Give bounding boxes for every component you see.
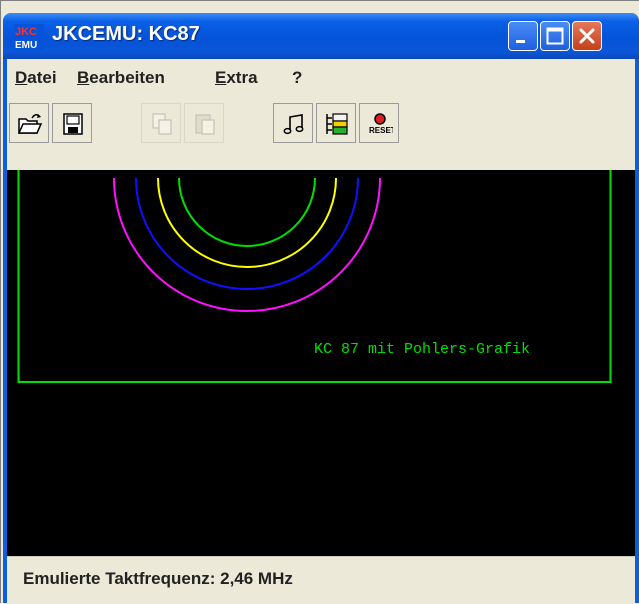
toolbar: RESET bbox=[7, 99, 635, 159]
emulator-screen[interactable]: KC 87 mit Pohlers-Grafik bbox=[7, 170, 635, 556]
window-client: Datei Bearbeiten Extra ? RESE KC 87 mit … bbox=[7, 59, 635, 604]
screen-caption: KC 87 mit Pohlers-Grafik bbox=[314, 341, 530, 358]
menu-bar: Datei Bearbeiten Extra ? bbox=[7, 59, 635, 99]
reset-icon: RESET bbox=[369, 113, 393, 135]
menu-datei[interactable]: Datei bbox=[15, 68, 57, 88]
minimize-icon bbox=[516, 40, 525, 43]
app-window: JKC EMU JKCEMU: KC87 Datei Bearbeiten Ex… bbox=[3, 13, 639, 604]
maximize-button[interactable] bbox=[540, 21, 570, 51]
reset-button[interactable]: RESET bbox=[359, 103, 399, 143]
paste-icon bbox=[195, 114, 215, 135]
arc-green bbox=[178, 177, 316, 247]
copy-button[interactable] bbox=[141, 103, 181, 143]
menu-bearbeiten[interactable]: Bearbeiten bbox=[77, 68, 165, 88]
status-text: Emulierte Taktfrequenz: 2,46 MHz bbox=[23, 569, 293, 588]
audio-icon bbox=[283, 114, 304, 135]
app-icon: JKC EMU bbox=[14, 24, 44, 50]
open-icon bbox=[17, 114, 43, 134]
arc-magenta bbox=[113, 177, 381, 312]
graphics-canvas: KC 87 mit Pohlers-Grafik bbox=[17, 170, 612, 383]
menu-help[interactable]: ? bbox=[292, 68, 302, 88]
settings-button[interactable] bbox=[316, 103, 356, 143]
minimize-button[interactable] bbox=[508, 21, 538, 51]
save-button[interactable] bbox=[52, 103, 92, 143]
title-bar[interactable]: JKC EMU JKCEMU: KC87 bbox=[3, 13, 639, 59]
menu-extra[interactable]: Extra bbox=[215, 68, 258, 88]
close-icon bbox=[579, 28, 595, 44]
audio-button[interactable] bbox=[273, 103, 313, 143]
save-icon bbox=[63, 113, 83, 135]
arc-blue bbox=[135, 177, 359, 290]
paste-button[interactable] bbox=[184, 103, 224, 143]
settings-icon bbox=[326, 113, 348, 135]
svg-text:JKC: JKC bbox=[15, 26, 37, 38]
arc-yellow bbox=[157, 177, 337, 268]
outer-border-left bbox=[0, 0, 1, 603]
svg-text:RESET: RESET bbox=[369, 126, 393, 135]
open-button[interactable] bbox=[9, 103, 49, 143]
maximize-icon bbox=[546, 27, 564, 45]
svg-text:EMU: EMU bbox=[15, 40, 37, 50]
window-title: JKCEMU: KC87 bbox=[52, 23, 200, 45]
outer-border-top bbox=[0, 0, 639, 1]
status-bar: Emulierte Taktfrequenz: 2,46 MHz bbox=[7, 556, 635, 604]
copy-icon bbox=[152, 113, 172, 135]
close-button[interactable] bbox=[572, 21, 602, 51]
